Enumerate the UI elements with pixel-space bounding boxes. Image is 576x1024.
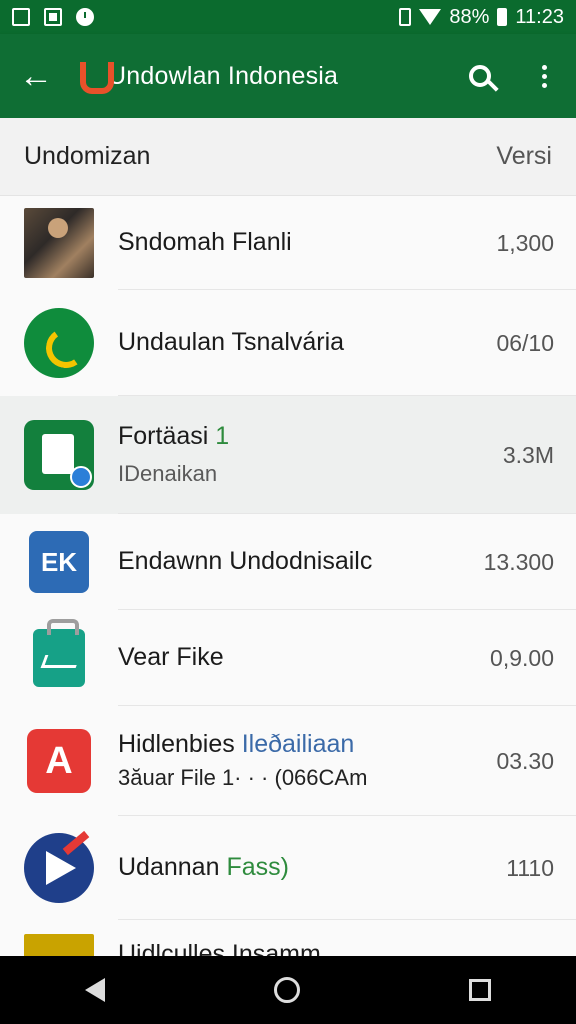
nav-back-icon[interactable] (84, 978, 105, 1002)
item-value: 1110 (506, 854, 554, 881)
icon-wrap (0, 619, 118, 687)
icon-wrap (0, 420, 118, 490)
icon-wrap (0, 833, 118, 903)
list-item[interactable]: EK Endawnn Undodnisailc 13.300 (0, 514, 576, 610)
item-title-accent: Fass) (226, 853, 289, 881)
more-options-button[interactable] (512, 34, 576, 118)
clock-notification-icon (76, 8, 94, 26)
list-header-version: Versi (496, 142, 552, 170)
status-bar: 88% 11:23 (0, 0, 576, 34)
ek-app-icon: EK (29, 531, 89, 593)
nav-home-icon[interactable] (273, 977, 300, 1003)
list-item[interactable]: Vear Fike 0,9.00 (0, 610, 576, 706)
back-arrow-icon: ← (19, 56, 53, 95)
list-item[interactable]: Uidlculles Insamm (0, 920, 576, 956)
icon-wrap: A (0, 729, 118, 793)
icon-wrap: EK (0, 531, 118, 593)
battery-icon (497, 8, 508, 26)
item-value: 0,9.00 (490, 644, 554, 671)
document-icon (24, 420, 94, 490)
item-value: 1,300 (496, 229, 554, 256)
battery-percent: 88% (449, 5, 490, 28)
item-value: 13.300 (483, 548, 554, 575)
more-dot (541, 73, 547, 79)
list-item[interactable]: Sndomah Flanli 1,300 (0, 196, 576, 290)
play-app-icon (24, 833, 94, 903)
item-title-text: Fortäasi (118, 422, 209, 450)
search-icon (469, 65, 491, 87)
list-item[interactable]: A Hidlenbies Ileðailiaan 3ăuar File 1· ·… (0, 706, 576, 816)
notification-icon (12, 8, 30, 26)
more-dot (541, 82, 547, 88)
item-title-text: Hidlenbies (118, 730, 235, 758)
vibrate-icon (399, 8, 412, 26)
a-app-icon: A (27, 729, 91, 793)
icon-wrap (0, 934, 118, 956)
wifi-icon (419, 9, 442, 25)
nav-recents-icon[interactable] (469, 979, 492, 1001)
clock-time: 11:23 (515, 5, 564, 28)
list-item[interactable]: Udannan Fass) 1110 (0, 816, 576, 920)
icon-wrap (0, 308, 118, 378)
app-list[interactable]: Sndomah Flanli 1,300 Undaulan Tsnalvária… (0, 196, 576, 956)
app-title: Undowlan Indonesia (108, 61, 339, 90)
item-title-accent: Ileðailiaan (241, 730, 355, 758)
list-header: Undomizan Versi (0, 118, 576, 196)
photo-thumbnail-icon (24, 208, 94, 278)
item-value: 03.30 (496, 747, 554, 774)
item-title-accent: 1 (215, 422, 230, 450)
shopping-bag-icon (33, 619, 85, 687)
app-actions (448, 34, 576, 118)
status-left (12, 8, 94, 26)
yellow-app-icon (24, 934, 94, 956)
item-value: 06/10 (496, 329, 554, 356)
back-button[interactable]: ← (0, 34, 72, 118)
item-title: Uidlculles Insamm (118, 940, 321, 956)
list-item-selected[interactable]: Fortäasi 1 IDenaikan 3.3M (0, 396, 576, 514)
more-vert-icon (541, 64, 547, 70)
app-logo-icon (80, 62, 114, 94)
app-bar: ← Undowlan Indonesia (0, 34, 576, 118)
item-title-text: Udannan (118, 853, 220, 881)
system-nav-bar (0, 956, 576, 1024)
item-text: Uidlculles Insamm (118, 934, 576, 956)
image-notification-icon (44, 8, 62, 26)
list-header-name: Undomizan (24, 142, 151, 170)
item-value: 3.3M (502, 441, 554, 468)
status-right: 88% 11:23 (399, 6, 564, 29)
phone-icon (24, 308, 94, 378)
search-button[interactable] (448, 34, 512, 118)
icon-wrap (0, 208, 118, 278)
list-item[interactable]: Undaulan Tsnalvária 06/10 (0, 290, 576, 396)
